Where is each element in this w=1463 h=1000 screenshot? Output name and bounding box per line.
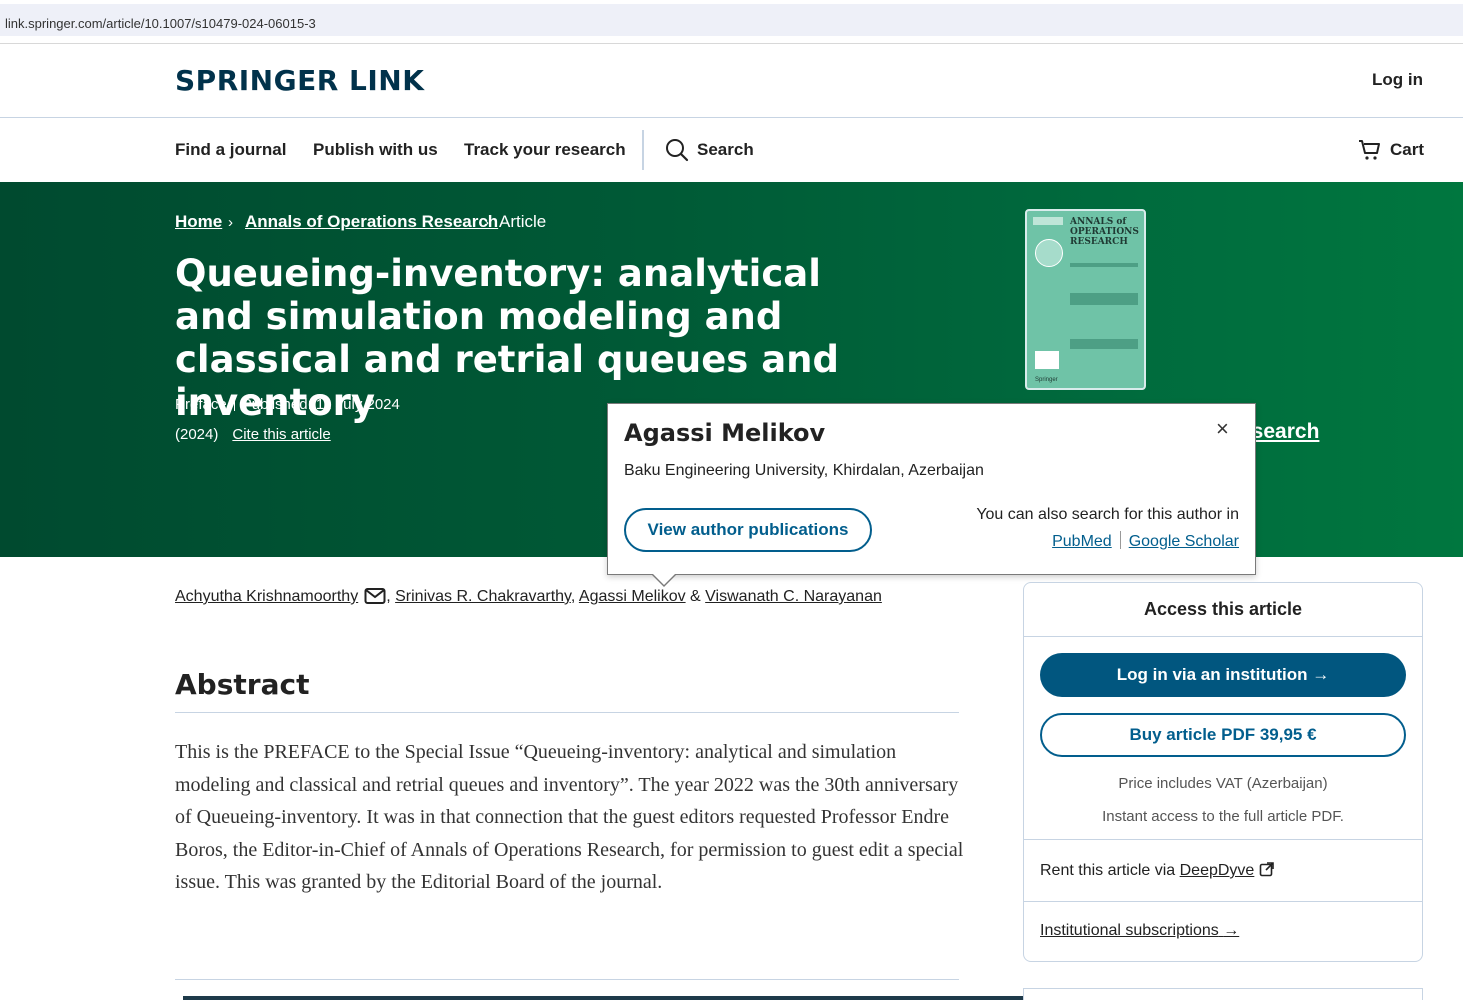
mail-icon[interactable] [364,587,386,605]
author-separator: , [386,588,391,605]
nav-cart[interactable]: Cart [1390,140,1424,160]
abstract-text: This is the PREFACE to the Special Issue… [175,741,964,893]
article-meta-2: (2024) Cite this article [175,426,331,443]
login-link[interactable]: Log in [1372,70,1423,90]
pubmed-link[interactable]: PubMed [1052,533,1112,550]
cover-emblem [1035,239,1063,267]
published-date: Published: 11 July 2024 [241,396,400,413]
breadcrumb-current: Article [499,212,547,231]
institution-login-label: Log in via an institution [1116,665,1308,684]
divider [1119,531,1121,549]
cover-line [1070,263,1138,267]
nav-divider [642,130,644,170]
popover-author-name: Agassi Melikov [624,419,826,447]
arrow-right-icon: → [1312,665,1330,684]
article-type: Preface [175,396,227,413]
popover-caret-inner [652,573,676,585]
arrow-right-icon: → [1223,922,1240,939]
article-year: (2024) [175,426,219,443]
institution-login-button[interactable]: Log in via an institution → [1040,653,1406,697]
nav-publish[interactable]: Publish with us [313,140,438,160]
rent-prefix: Rent this article via [1040,862,1176,879]
cover-line [1070,339,1138,349]
cover-strip [1033,217,1063,225]
institutional-subscriptions-label: Institutional subscriptions [1040,922,1219,939]
popover-affiliation: Baku Engineering University, Khirdalan, … [624,462,984,479]
deepdyve-link[interactable]: DeepDyve [1180,862,1255,879]
cover-title: ANNALS of OPERATIONS RESEARCH [1070,217,1139,247]
cover-line [1070,293,1138,305]
view-author-publications-button[interactable]: View author publications [624,508,872,552]
nav-search[interactable]: Search [697,140,754,160]
browser-url-bar: link.springer.com/article/10.1007/s10479… [0,0,1463,44]
access-heading: Access this article [1143,599,1303,619]
divider [233,397,235,411]
author-link[interactable]: Srinivas R. Chakravarthy [395,588,571,605]
google-scholar-link[interactable]: Google Scholar [1129,533,1239,550]
springer-link-logo[interactable]: SPRINGER LINK [175,64,424,97]
divider [1024,901,1422,902]
author-link[interactable]: Viswanath C. Narayanan [705,588,882,605]
main-nav: Find a journal Publish with us Track you… [0,118,1463,182]
institutional-subscriptions-link[interactable]: Institutional subscriptions → [1040,922,1239,940]
author-link[interactable]: Agassi Melikov [579,588,686,605]
divider [175,712,959,713]
site-header: SPRINGER LINK Log in [0,44,1463,118]
close-icon[interactable]: × [1216,416,1229,442]
chevron-right-icon: › [484,214,489,231]
breadcrumb-home[interactable]: Home [175,212,222,232]
author-popover: Agassi Melikov × Baku Engineering Univer… [607,403,1256,575]
instant-access-note: Instant access to the full article PDF. [1102,808,1344,825]
chevron-right-icon: › [228,214,233,231]
divider [175,979,959,980]
nav-track-research[interactable]: Track your research [464,140,626,160]
cite-link[interactable]: Cite this article [232,426,330,443]
url-text[interactable]: link.springer.com/article/10.1007/s10479… [5,16,316,31]
search-icon[interactable] [665,138,689,162]
next-panel-edge [1023,988,1423,1000]
author-separator: & [690,588,701,605]
also-search-text: You can also search for this author in [976,506,1239,523]
search-links: PubMed Google Scholar [1052,531,1239,551]
journal-cover-image[interactable]: ANNALS of OPERATIONS RESEARCH Springer [1025,209,1146,390]
abstract-heading: Abstract [175,668,310,701]
cover-badge [1035,351,1059,369]
divider [1024,839,1422,840]
article-meta: Preface Published: 11 July 2024 [175,396,400,413]
breadcrumb-journal[interactable]: Annals of Operations Research [245,212,498,232]
cover-publisher: Springer [1035,377,1058,383]
external-link-icon [1259,862,1274,877]
rent-row: Rent this article via DeepDyve [1040,861,1275,880]
nav-find-journal[interactable]: Find a journal [175,140,286,160]
address-field[interactable]: link.springer.com/article/10.1007/s10479… [0,4,1463,36]
author-separator: , [570,588,576,605]
author-list: Achyutha Krishnamoorthy, Srinivas R. Cha… [175,587,882,606]
cart-icon[interactable] [1358,138,1382,162]
access-article-box: Access this article Log in via an instit… [1023,582,1423,962]
buy-pdf-button[interactable]: Buy article PDF 39,95 € [1040,713,1406,757]
author-link[interactable]: Achyutha Krishnamoorthy [175,588,358,605]
vat-note: Price includes VAT (Azerbaijan) [1118,775,1328,792]
divider [1024,636,1422,637]
